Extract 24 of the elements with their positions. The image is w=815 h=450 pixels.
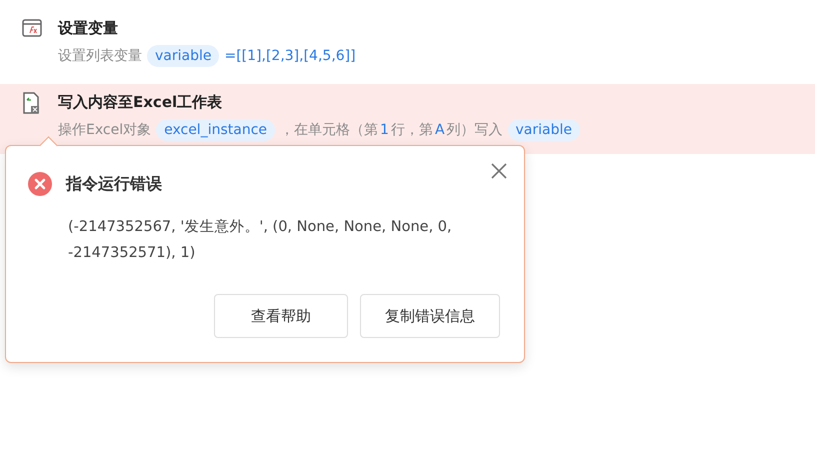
step-row[interactable]: 写入内容至Excel工作表 操作Excel对象 excel_instance ，在单元格（第 1 行，第A列）写入 variable [0,84,815,154]
variable-tag: variable [147,45,220,67]
variable-tag: variable [508,119,580,141]
excel-file-icon [22,92,40,114]
step-value: A [434,122,445,138]
step-title: 设置变量 [58,18,119,39]
step-text: ，在单元格（第 [280,121,378,139]
step-title: 写入内容至Excel工作表 [58,92,224,113]
popup-title: 指令运行错误 [66,174,162,194]
step-value: 1 [380,122,389,138]
step-text: 列）写入 [446,121,503,139]
function-icon [22,19,42,37]
popup-button[interactable]: 查看帮助 [214,294,348,338]
popup-button[interactable]: 复制错误信息 [360,294,500,338]
close-button[interactable] [490,162,508,180]
variable-tag: excel_instance [156,119,276,141]
step-row[interactable]: 设置变量 设置列表变量 variable =[[1],[2,3],[4,5,6]] [0,10,815,80]
step-text: 设置列表变量 [58,47,142,65]
close-icon [490,162,508,180]
step-text: 行，第 [390,121,433,139]
error-message: (-2147352567, '发生意外。', (0, None, None, None, 0, -2147352571), 1) [68,218,453,263]
step-value: =[[1],[2,3],[4,5,6]] [224,48,356,64]
step-text: 操作Excel对象 [58,121,152,139]
error-icon [28,172,52,196]
